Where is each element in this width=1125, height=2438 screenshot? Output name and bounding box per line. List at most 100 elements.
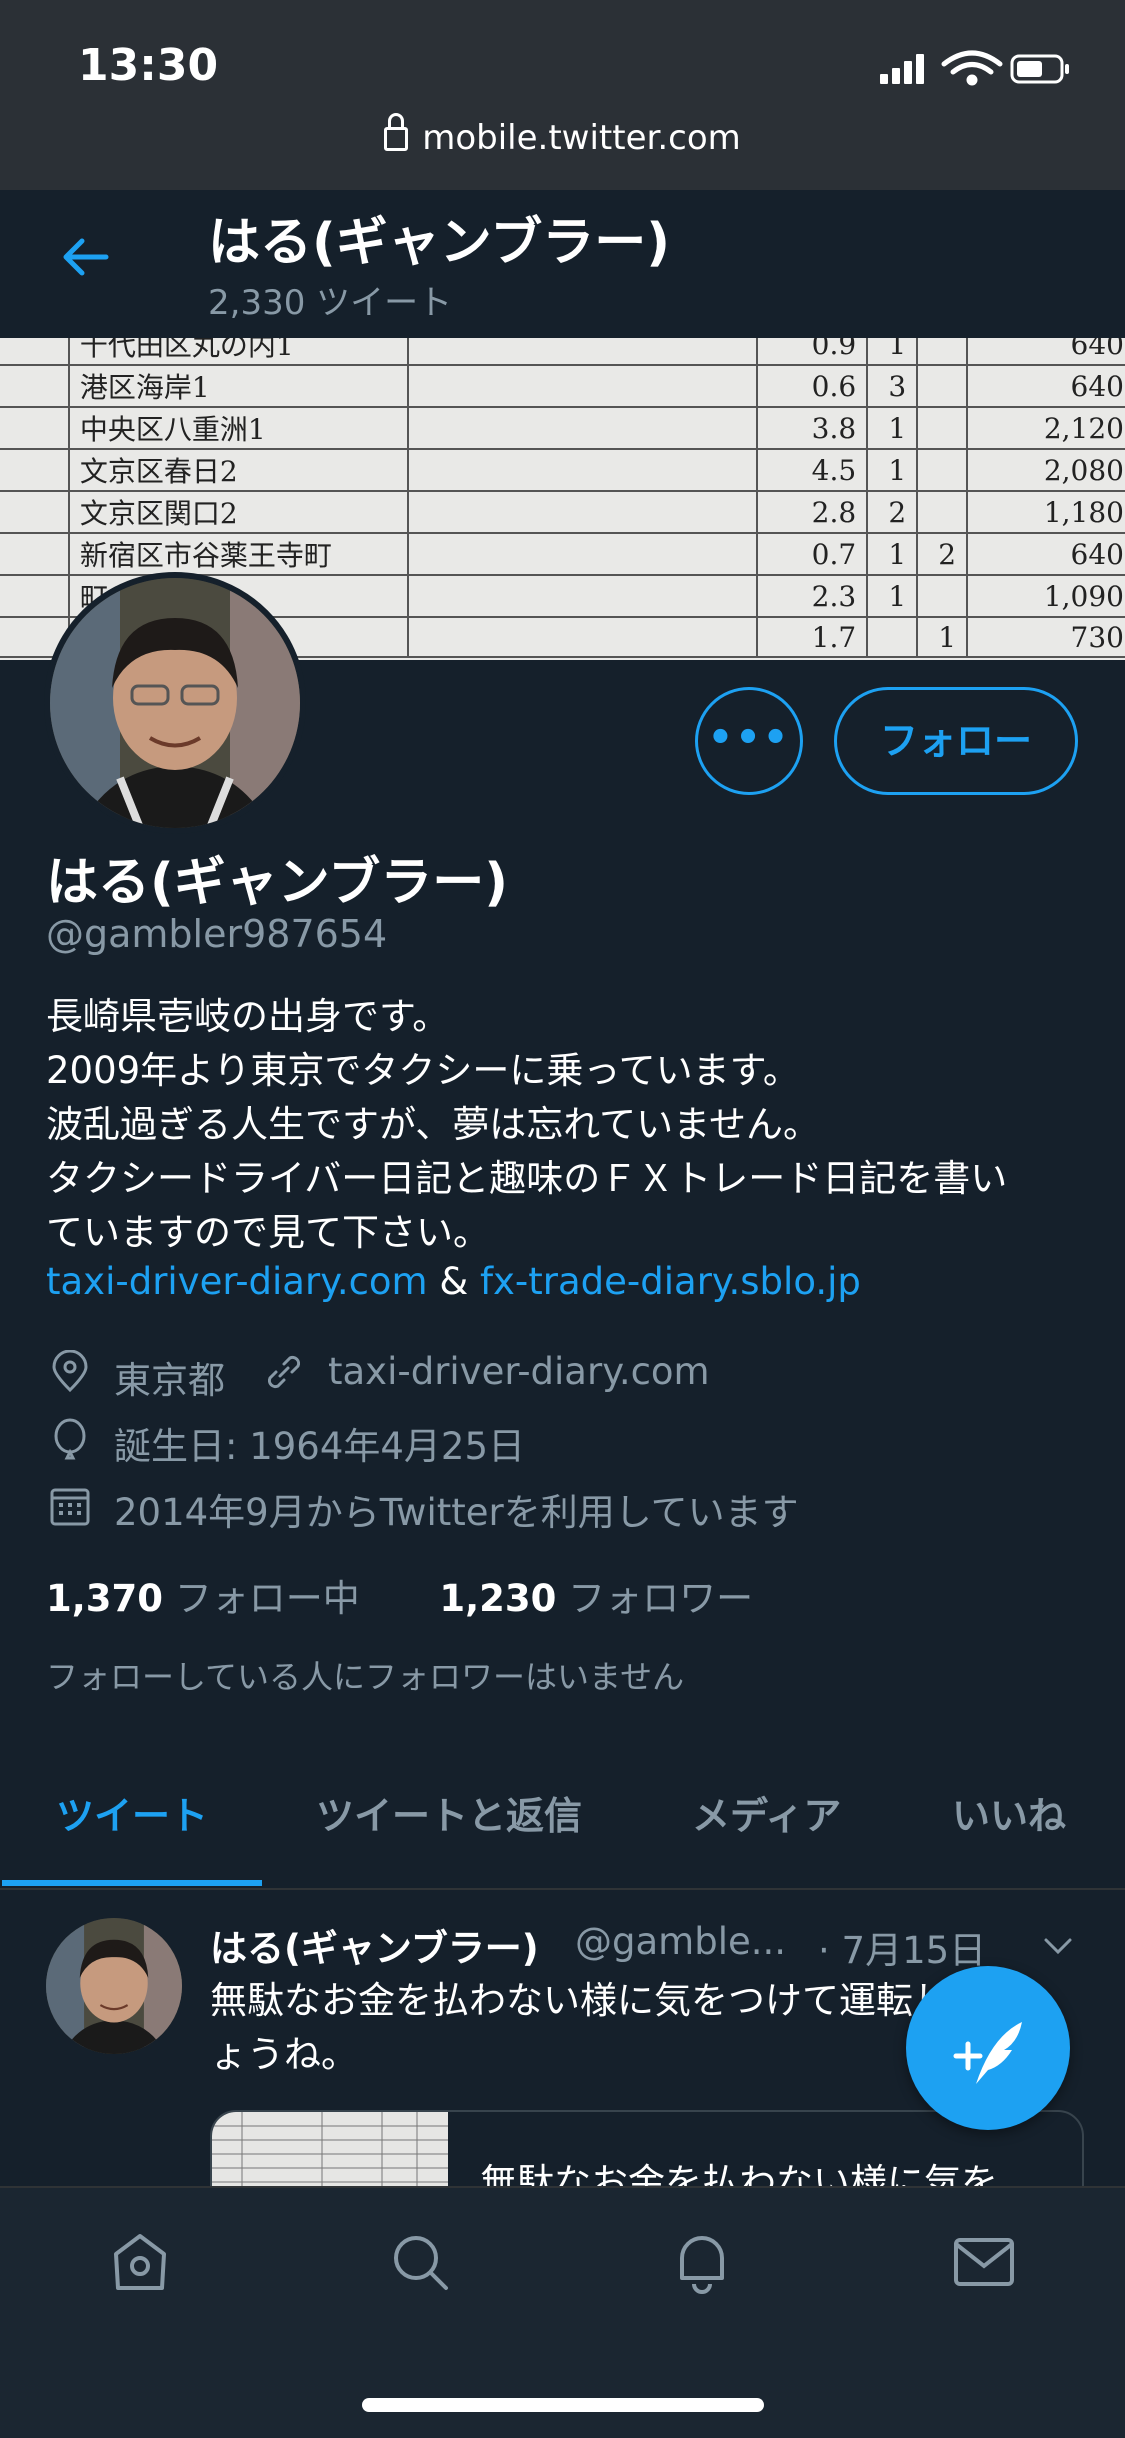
banner-cell bbox=[916, 574, 969, 618]
tweet-avatar[interactable] bbox=[46, 1918, 182, 2054]
battery-icon bbox=[1010, 54, 1069, 84]
chevron-down-icon[interactable] bbox=[1040, 1928, 1076, 1964]
tweet-avatar-photo bbox=[46, 1918, 182, 2054]
banner-cell: 2 bbox=[916, 532, 969, 576]
following-label: フォロー中 bbox=[174, 1577, 360, 1620]
avatar-photo bbox=[50, 578, 300, 828]
banner-cell: 3.8 bbox=[756, 406, 869, 450]
banner-table-row: 文京区春日2 4.5 1 2,080 bbox=[0, 448, 1125, 492]
banner-cell bbox=[916, 448, 969, 492]
banner-cell: 1 bbox=[866, 406, 919, 450]
banner-cell bbox=[0, 490, 70, 534]
home-icon[interactable] bbox=[108, 2230, 172, 2294]
profile-website[interactable]: taxi-driver-diary.com bbox=[328, 1350, 710, 1393]
banner-cell bbox=[0, 448, 70, 492]
bell-icon[interactable] bbox=[670, 2230, 734, 2294]
mail-icon[interactable] bbox=[952, 2230, 1016, 2294]
banner-table-row: 中央区八重洲1 3.8 1 2,120 bbox=[0, 406, 1125, 450]
banner-cell: 1 bbox=[866, 338, 919, 366]
profile-name: はる(ギャンブラー) bbox=[46, 853, 508, 913]
banner-cell: 1 bbox=[866, 574, 919, 618]
banner-cell bbox=[916, 490, 969, 534]
banner-cell bbox=[407, 574, 759, 618]
banner-cell: 2.3 bbox=[756, 574, 869, 618]
signal-icon bbox=[880, 54, 924, 84]
banner-cell: 文京区関口2 bbox=[67, 490, 410, 534]
tab-tweets-and-replies[interactable]: ツイートと返信 bbox=[316, 1785, 582, 1840]
banner-cell: 640 bbox=[966, 338, 1125, 366]
banner-cell bbox=[0, 574, 70, 618]
followers-link[interactable]: 1,230 フォロワー bbox=[439, 1577, 753, 1620]
home-indicator bbox=[362, 2398, 764, 2412]
profile-handle: @gambler987654 bbox=[46, 912, 388, 956]
banner-cell: 640 bbox=[966, 532, 1125, 576]
tab-tweets[interactable]: ツイート bbox=[56, 1785, 208, 1840]
banner-cell: 港区海岸1 bbox=[67, 364, 410, 408]
banner-cell: 2,120 bbox=[966, 406, 1125, 450]
lock-icon bbox=[384, 113, 409, 151]
back-arrow-icon[interactable] bbox=[60, 232, 110, 282]
banner-cell: 1,090 bbox=[966, 574, 1125, 618]
follow-button[interactable]: フォロー bbox=[834, 687, 1078, 795]
follow-stats: 1,370 フォロー中 1,230 フォロワー bbox=[46, 1568, 753, 1622]
bio-line: タクシードライバー日記と趣味のＦＸトレード日記を書い bbox=[46, 1157, 1008, 1200]
following-link[interactable]: 1,370 フォロー中 bbox=[46, 1577, 360, 1620]
balloon-icon bbox=[54, 1418, 86, 1460]
bio-ampersand: & bbox=[427, 1260, 480, 1303]
url-text: mobile.twitter.com bbox=[422, 118, 741, 158]
more-options-button[interactable]: ••• bbox=[695, 687, 803, 795]
search-icon[interactable] bbox=[388, 2230, 452, 2294]
banner-table-row: 港区海岸1 0.6 3 640 bbox=[0, 364, 1125, 408]
banner-cell bbox=[407, 364, 759, 408]
banner-cell bbox=[407, 338, 759, 366]
banner-cell: 1 bbox=[866, 448, 919, 492]
bio-line: 2009年より東京でタクシーに乗っています。 bbox=[46, 1049, 800, 1092]
banner-cell bbox=[0, 364, 70, 408]
banner-cell: 2,080 bbox=[966, 448, 1125, 492]
tweet-author-handle: @gamble... bbox=[575, 1920, 787, 1963]
banner-table-row: 千代田区丸の内1 0.9 1 640 bbox=[0, 338, 1125, 366]
banner-cell bbox=[407, 448, 759, 492]
banner-cell: 1,180 bbox=[966, 490, 1125, 534]
tab-likes[interactable]: いいね bbox=[952, 1785, 1066, 1840]
banner-cell: 2 bbox=[866, 490, 919, 534]
profile-location: 東京都 bbox=[114, 1359, 225, 1402]
banner-cell: 3 bbox=[866, 364, 919, 408]
tweet-author-name[interactable]: はる(ギャンブラー) bbox=[210, 1918, 539, 1972]
address-bar[interactable]: mobile.twitter.com bbox=[0, 113, 1125, 158]
banner-cell: 千代田区丸の内1 bbox=[67, 338, 410, 366]
banner-cell: 0.9 bbox=[756, 338, 869, 366]
header-tweet-count: 2,330 ツイート bbox=[208, 283, 453, 323]
banner-cell: 中央区八重洲1 bbox=[67, 406, 410, 450]
tab-media[interactable]: メディア bbox=[692, 1785, 841, 1840]
banner-cell bbox=[407, 616, 759, 658]
compose-tweet-button[interactable] bbox=[906, 1966, 1070, 2130]
status-bar bbox=[0, 0, 1125, 190]
bio-line: ていますので見て下さい。 bbox=[46, 1211, 490, 1254]
banner-cell: 1.7 bbox=[756, 616, 869, 658]
profile-avatar[interactable] bbox=[44, 572, 306, 834]
banner-cell bbox=[916, 338, 969, 366]
bio-link-fx[interactable]: fx-trade-diary.sblo.jp bbox=[480, 1260, 861, 1303]
bio-line: 波乱過ぎる人生ですが、夢は忘れていません。 bbox=[46, 1103, 821, 1146]
location-icon bbox=[52, 1350, 88, 1393]
banner-cell: 4.5 bbox=[756, 448, 869, 492]
banner-cell bbox=[407, 532, 759, 576]
banner-cell: 0.7 bbox=[756, 532, 869, 576]
bio-link-taxi[interactable]: taxi-driver-diary.com bbox=[46, 1260, 428, 1303]
following-count: 1,370 bbox=[46, 1577, 164, 1620]
profile-bio: 長崎県壱岐の出身です。 2009年より東京でタクシーに乗っています。 波乱過ぎる… bbox=[46, 990, 1086, 1260]
compose-tweet-icon bbox=[953, 2022, 1022, 2084]
calendar-icon bbox=[50, 1488, 90, 1526]
header-title: はる(ギャンブラー) bbox=[208, 213, 670, 273]
profile-joined-date: 2014年9月からTwitterを利用しています bbox=[114, 1491, 799, 1534]
active-tab-indicator bbox=[2, 1880, 262, 1886]
banner-cell: 1 bbox=[916, 616, 969, 658]
bio-line: 長崎県壱岐の出身です。 bbox=[46, 995, 450, 1038]
banner-cell: 2.8 bbox=[756, 490, 869, 534]
banner-table-row: 文京区関口2 2.8 2 1,180 bbox=[0, 490, 1125, 534]
banner-cell: 640 bbox=[966, 364, 1125, 408]
banner-cell: 新宿区市谷薬王寺町 bbox=[67, 532, 410, 576]
banner-cell bbox=[0, 532, 70, 576]
bio-links: taxi-driver-diary.com & fx-trade-diary.s… bbox=[46, 1260, 861, 1303]
